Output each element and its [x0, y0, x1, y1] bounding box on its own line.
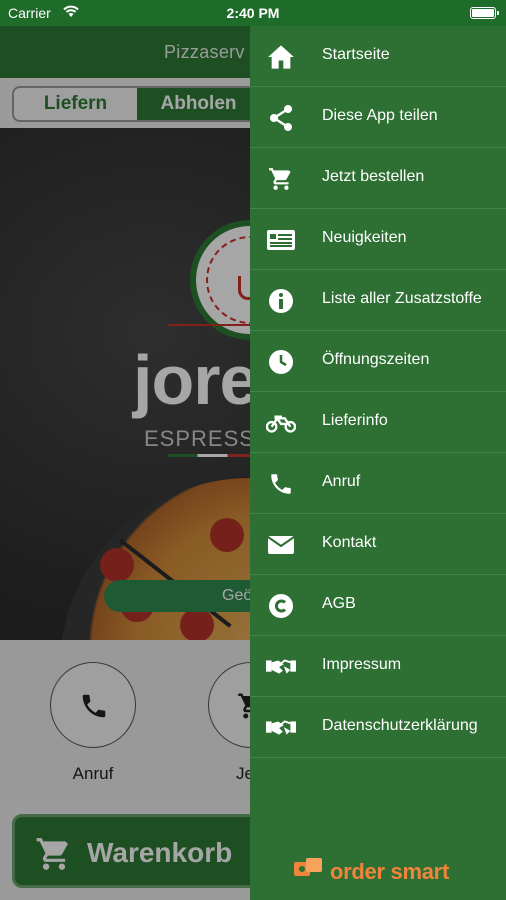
cart-icon: [266, 164, 296, 194]
motorcycle-icon: [266, 408, 296, 438]
menu-item-label: Jetzt bestellen: [322, 168, 425, 185]
mail-icon: [266, 530, 296, 560]
menu-item-share[interactable]: Diese App teilen: [250, 87, 506, 148]
menu-item-label: Startseite: [322, 46, 390, 63]
menu-item-opening-hours[interactable]: Öffnungszeiten: [250, 331, 506, 392]
news-icon: [266, 225, 296, 255]
order-smart-logo: order smart: [294, 858, 449, 885]
copyright-icon: [266, 591, 296, 621]
menu-item-imprint[interactable]: Impressum: [250, 636, 506, 697]
menu-item-label: Anruf: [322, 473, 361, 490]
info-icon: [266, 286, 296, 316]
handshake-icon: [266, 713, 296, 743]
menu-item-label: Öffnungszeiten: [322, 351, 430, 368]
menu-item-label: Diese App teilen: [322, 107, 438, 124]
menu-item-label: Impressum: [322, 656, 402, 673]
phone-icon: [266, 469, 296, 499]
handshake-icon: [266, 652, 296, 682]
order-smart-text: order smart: [330, 858, 449, 884]
menu-item-startseite[interactable]: Startseite: [250, 26, 506, 87]
menu-item-label: AGB: [322, 595, 356, 612]
menu-item-additives[interactable]: Liste aller Zusatzstoffe: [250, 270, 506, 331]
menu-item-delivery-info[interactable]: Lieferinfo: [250, 392, 506, 453]
menu-item-news[interactable]: Neuigkeiten: [250, 209, 506, 270]
menu-item-call[interactable]: Anruf: [250, 453, 506, 514]
menu-item-label: Neuigkeiten: [322, 229, 407, 246]
navigation-drawer: Startseite Diese App teilen Jetzt bestel…: [250, 26, 506, 900]
menu-item-label: Kontakt: [322, 534, 377, 551]
menu-item-label: Lieferinfo: [322, 412, 388, 429]
menu-item-contact[interactable]: Kontakt: [250, 514, 506, 575]
menu-item-label: Liste aller Zusatzstoffe: [322, 290, 482, 307]
status-bar: Carrier 2:40 PM: [0, 0, 506, 26]
share-icon: [266, 103, 296, 133]
menu-item-terms[interactable]: AGB: [250, 575, 506, 636]
clock-time: 2:40 PM: [226, 5, 280, 21]
home-icon: [266, 42, 296, 72]
order-smart-logo-icon: [294, 858, 324, 885]
menu-item-privacy[interactable]: Datenschutzerklärung: [250, 697, 506, 758]
menu-item-label: Datenschutzerklärung: [322, 717, 478, 734]
clock-icon: [266, 347, 296, 377]
battery-icon: [470, 7, 499, 19]
menu-item-order[interactable]: Jetzt bestellen: [250, 148, 506, 209]
